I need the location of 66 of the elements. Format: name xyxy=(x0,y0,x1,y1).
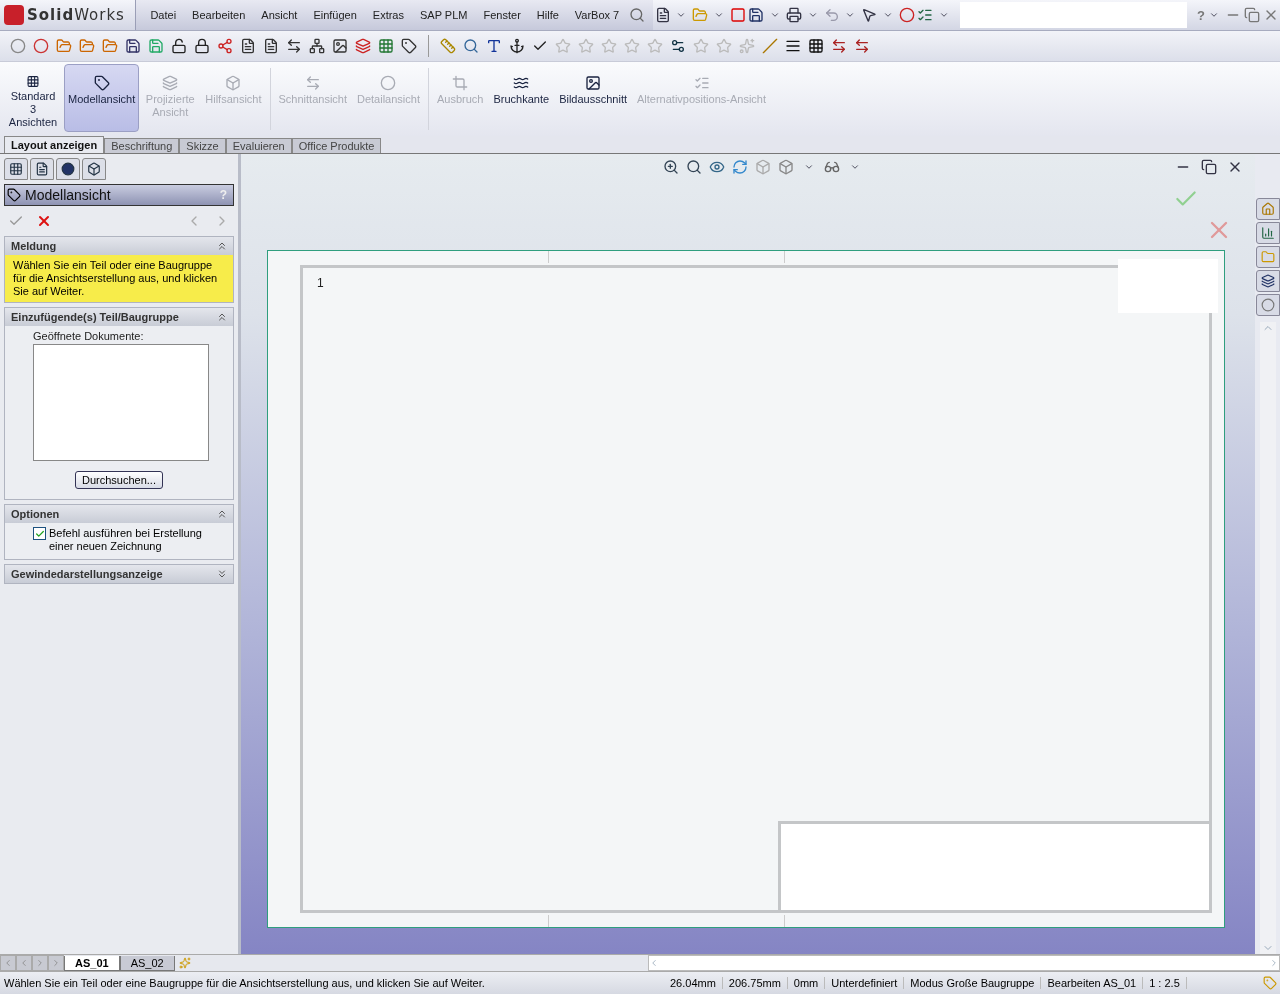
ribbon-tab[interactable]: Evaluieren xyxy=(225,138,292,153)
cube-icon[interactable] xyxy=(776,157,796,177)
section-header[interactable]: Optionen xyxy=(5,505,233,523)
message-text: Wählen Sie ein Teil oder eine Baugruppe für die Ansichtserstellung aus, und klicken Sie auf Weiter. xyxy=(5,255,233,302)
save-icon[interactable] xyxy=(747,5,766,25)
tag-icon xyxy=(7,188,21,202)
section-header[interactable]: Einzufügende(s) Teil/Baugruppe xyxy=(5,308,233,326)
status-field: Modus Große Baugruppe xyxy=(904,977,1042,989)
section-header[interactable]: Meldung xyxy=(5,237,233,255)
home-icon[interactable] xyxy=(1255,198,1280,220)
browse-button[interactable]: Durchsuchen... xyxy=(75,471,163,489)
unlock-icon[interactable] xyxy=(169,36,189,56)
sheet-tab[interactable]: AS_01 xyxy=(64,955,120,971)
menu-item[interactable]: Bearbeiten xyxy=(184,9,254,21)
tag-icon[interactable] xyxy=(399,36,419,56)
status-field: 26.04mm xyxy=(664,977,723,989)
ribbon-tab[interactable]: Skizze xyxy=(179,138,226,153)
view-command-button[interactable]: Bildausschnitt xyxy=(555,64,631,132)
ribbon-tab[interactable]: Layout anzeigen xyxy=(4,136,105,153)
menu-item[interactable]: VarBox 7 xyxy=(566,9,628,21)
view-command-button[interactable]: Standard 3 Ansichten xyxy=(4,64,62,132)
section-title: Optionen xyxy=(11,508,60,520)
menu-item[interactable]: Fenster xyxy=(475,9,529,21)
sheet-number: 1 xyxy=(317,276,325,290)
picture-icon[interactable] xyxy=(330,36,350,56)
checkbox[interactable] xyxy=(33,527,46,540)
ribbon-tab[interactable]: Office Produkte xyxy=(291,138,382,153)
measure-icon[interactable] xyxy=(438,36,458,56)
refresh-icon[interactable] xyxy=(730,157,750,177)
menu-item[interactable]: Ansicht xyxy=(253,9,306,21)
search-field[interactable] xyxy=(959,2,1187,28)
layers-icon[interactable] xyxy=(353,36,373,56)
menu-item[interactable]: Extras xyxy=(364,9,412,21)
hierarchy-icon[interactable] xyxy=(307,36,327,56)
status-field: Unterdefiniert xyxy=(825,977,905,989)
chart-icon[interactable] xyxy=(1255,222,1280,244)
app-logo: SolidWorks xyxy=(0,5,136,25)
view-command-button[interactable]: Bruchkante xyxy=(489,64,554,132)
restore-icon[interactable] xyxy=(1199,157,1219,177)
document-list[interactable] xyxy=(33,344,209,461)
status-message: Wählen Sie ein Teil oder eine Baugruppe für die Ansichtserstellung aus, und klicken Sie auf Weiter. xyxy=(3,977,486,989)
help-button[interactable]: ? xyxy=(1196,7,1205,23)
menu-item[interactable]: Hilfe xyxy=(528,9,567,21)
panel-title: Modellansicht xyxy=(25,187,112,203)
share-icon[interactable] xyxy=(215,36,235,56)
status-field: 1 : 2.5 xyxy=(1143,977,1187,989)
menu-item[interactable]: SAP PLM xyxy=(412,9,476,21)
checkbox-label: Befehl ausführen bei Erstellung einer neuen Zeichnung xyxy=(49,527,203,553)
status-field: Bearbeiten AS_01 xyxy=(1041,977,1144,989)
menu-item[interactable]: Datei xyxy=(142,9,185,21)
field-label: Geöffnete Dokumente: xyxy=(33,330,145,342)
status-field: 0mm xyxy=(787,977,826,989)
status-field: 206.75mm xyxy=(722,977,788,989)
ribbon-tab[interactable]: Beschriftung xyxy=(104,138,180,153)
anchor-icon[interactable] xyxy=(507,36,527,56)
section-title: Einzufügende(s) Teil/Baugruppe xyxy=(11,311,179,323)
section-title: Gewindedarstellungsanzeige xyxy=(11,568,163,580)
sheet-tab[interactable]: AS_02 xyxy=(119,955,175,971)
printer-icon[interactable] xyxy=(784,5,804,25)
section-title: Meldung xyxy=(11,240,57,252)
view-command-button[interactable]: Modellansicht xyxy=(64,64,140,132)
lock-icon[interactable] xyxy=(192,36,212,56)
grid-icon[interactable] xyxy=(376,36,396,56)
section-header[interactable]: Gewindedarstellungsanzeige xyxy=(5,565,233,583)
menu-item[interactable]: Einfügen xyxy=(305,9,365,21)
stop-icon[interactable] xyxy=(728,5,748,25)
